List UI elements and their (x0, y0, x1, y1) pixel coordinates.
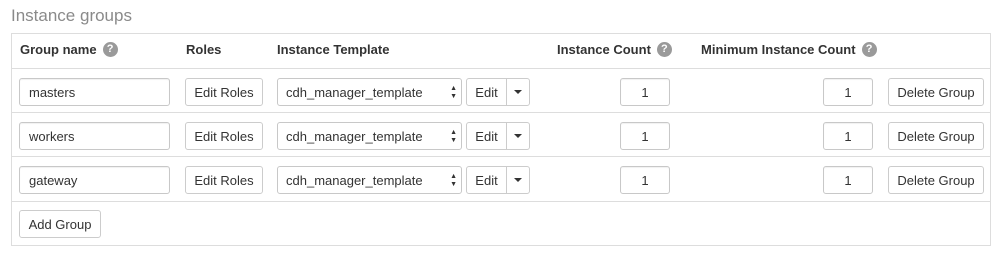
help-icon[interactable]: ? (861, 42, 877, 57)
edit-template-split-button: Edit (466, 166, 530, 194)
instance-groups-table: Group name ? Roles Instance Template Ins… (11, 33, 991, 246)
edit-roles-button[interactable]: Edit Roles (185, 78, 263, 106)
instance-template-value: cdh_manager_template (286, 172, 423, 188)
table-row: Edit Roles cdh_manager_template ▲▼ Edit … (12, 112, 990, 157)
edit-template-button[interactable]: Edit (467, 167, 507, 193)
edit-template-split-button: Edit (466, 78, 530, 106)
select-updown-arrows-icon: ▲ ▼ (450, 129, 457, 144)
header-min-instance-count: Minimum Instance Count ? (701, 42, 877, 57)
table-row: Edit Roles cdh_manager_template ▲▼ Edit … (12, 68, 990, 113)
select-updown-arrows-icon: ▲ ▼ (450, 85, 457, 100)
edit-template-button[interactable]: Edit (467, 79, 507, 105)
edit-template-split-button: Edit (466, 122, 530, 150)
instance-count-input[interactable] (620, 122, 670, 150)
min-instance-count-input[interactable] (823, 122, 873, 150)
header-instance-template: Instance Template (277, 42, 390, 57)
add-group-button[interactable]: Add Group (19, 210, 101, 238)
instance-template-select[interactable]: cdh_manager_template ▲ ▼ (277, 122, 462, 150)
group-name-input[interactable] (19, 122, 170, 150)
help-icon[interactable]: ? (656, 42, 672, 57)
header-group-name: Group name ? (20, 42, 118, 57)
delete-group-button[interactable]: Delete Group (888, 166, 984, 194)
help-icon[interactable]: ? (102, 42, 118, 57)
instance-count-input[interactable] (620, 166, 670, 194)
instance-template-select[interactable]: cdh_manager_template ▲ ▼ (277, 166, 462, 194)
section-title: Instance groups (11, 6, 132, 25)
add-group-row: Add Group (12, 201, 990, 246)
caret-down-icon (514, 90, 522, 94)
min-instance-count-input[interactable] (823, 166, 873, 194)
instance-count-input[interactable] (620, 78, 670, 106)
header-instance-count: Instance Count ? (557, 42, 672, 57)
select-updown-arrows-icon: ▲ ▼ (450, 173, 457, 188)
edit-template-dropdown-toggle[interactable] (507, 79, 529, 105)
caret-down-icon (514, 178, 522, 182)
delete-group-button[interactable]: Delete Group (888, 122, 984, 150)
group-name-input[interactable] (19, 78, 170, 106)
edit-roles-button[interactable]: Edit Roles (185, 166, 263, 194)
table-header: Group name ? Roles Instance Template Ins… (12, 34, 990, 68)
header-instance-count-label: Instance Count (557, 42, 651, 57)
instance-template-value: cdh_manager_template (286, 128, 423, 144)
edit-template-dropdown-toggle[interactable] (507, 167, 529, 193)
instance-template-select[interactable]: cdh_manager_template ▲ ▼ (277, 78, 462, 106)
caret-down-icon (514, 134, 522, 138)
instance-template-value: cdh_manager_template (286, 84, 423, 100)
header-group-name-label: Group name (20, 42, 97, 57)
group-name-input[interactable] (19, 166, 170, 194)
edit-template-dropdown-toggle[interactable] (507, 123, 529, 149)
edit-template-button[interactable]: Edit (467, 123, 507, 149)
header-min-instance-count-label: Minimum Instance Count (701, 42, 856, 57)
header-roles: Roles (186, 42, 222, 57)
edit-roles-button[interactable]: Edit Roles (185, 122, 263, 150)
min-instance-count-input[interactable] (823, 78, 873, 106)
delete-group-button[interactable]: Delete Group (888, 78, 984, 106)
table-row: Edit Roles cdh_manager_template ▲▼ Edit … (12, 156, 990, 201)
